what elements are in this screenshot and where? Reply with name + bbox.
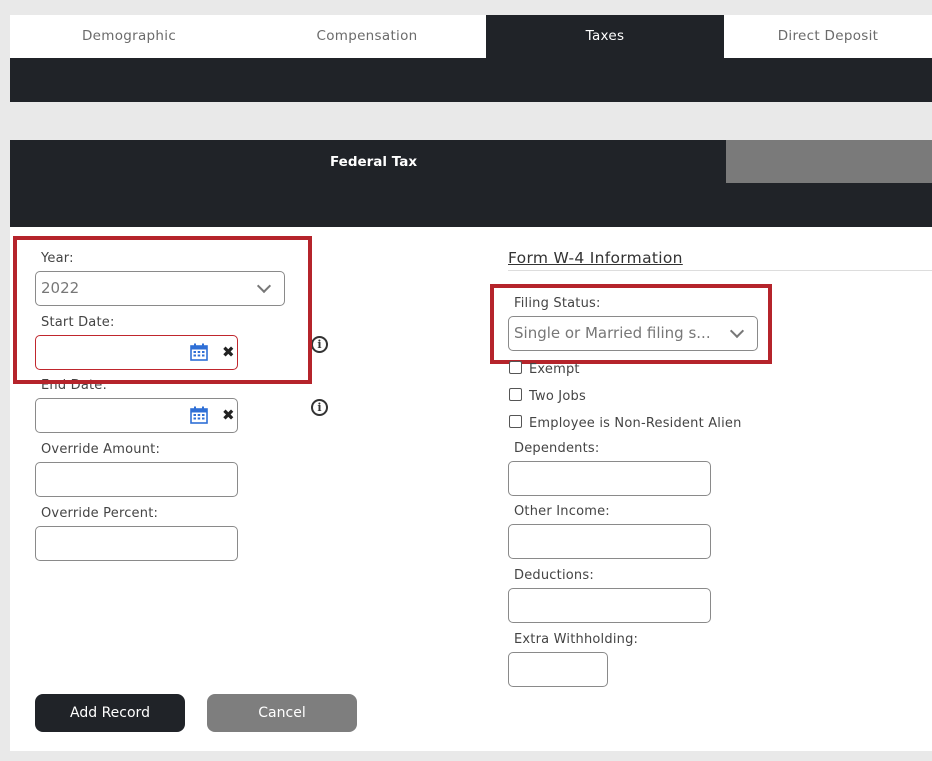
two-jobs-label: Two Jobs [529,389,586,404]
section-header: Federal Tax [10,140,932,227]
tab-compensation[interactable]: Compensation [248,15,486,58]
clear-end-date-icon[interactable]: ✖ [222,408,235,423]
tab-taxes[interactable]: Taxes [486,15,724,58]
section-title: Federal Tax [330,154,418,170]
w4-divider [508,270,932,271]
other-income-label: Other Income: [514,504,610,519]
exempt-label: Exempt [529,362,580,377]
override-amount-input[interactable] [35,462,238,497]
deductions-input[interactable] [508,588,711,623]
highlight-box [13,236,312,384]
extra-withholding-label: Extra Withholding: [514,632,639,647]
deductions-label: Deductions: [514,568,594,583]
exempt-checkbox[interactable] [509,361,522,374]
w4-section-title: Form W-4 Information [508,249,683,267]
extra-withholding-input[interactable] [508,652,608,687]
sub-navigation-bar [10,58,932,102]
nonresident-label: Employee is Non-Resident Alien [529,416,742,431]
info-icon[interactable]: i [311,336,328,353]
override-amount-label: Override Amount: [41,442,161,457]
tab-bar: Demographic Compensation Taxes Direct De… [10,15,932,58]
other-income-input[interactable] [508,524,711,559]
tab-demographic[interactable]: Demographic [10,15,248,58]
dependents-input[interactable] [508,461,711,496]
two-jobs-checkbox[interactable] [509,388,522,401]
override-percent-label: Override Percent: [41,506,159,521]
override-percent-input[interactable] [35,526,238,561]
section-tab-inactive[interactable] [726,140,932,183]
cancel-button[interactable]: Cancel [207,694,357,732]
calendar-icon[interactable] [190,406,208,424]
info-icon[interactable]: i [311,399,328,416]
add-record-button[interactable]: Add Record [35,694,185,732]
dependents-label: Dependents: [514,441,600,456]
highlight-box [490,284,772,364]
nonresident-checkbox[interactable] [509,415,522,428]
tab-direct-deposit[interactable]: Direct Deposit [724,15,932,58]
